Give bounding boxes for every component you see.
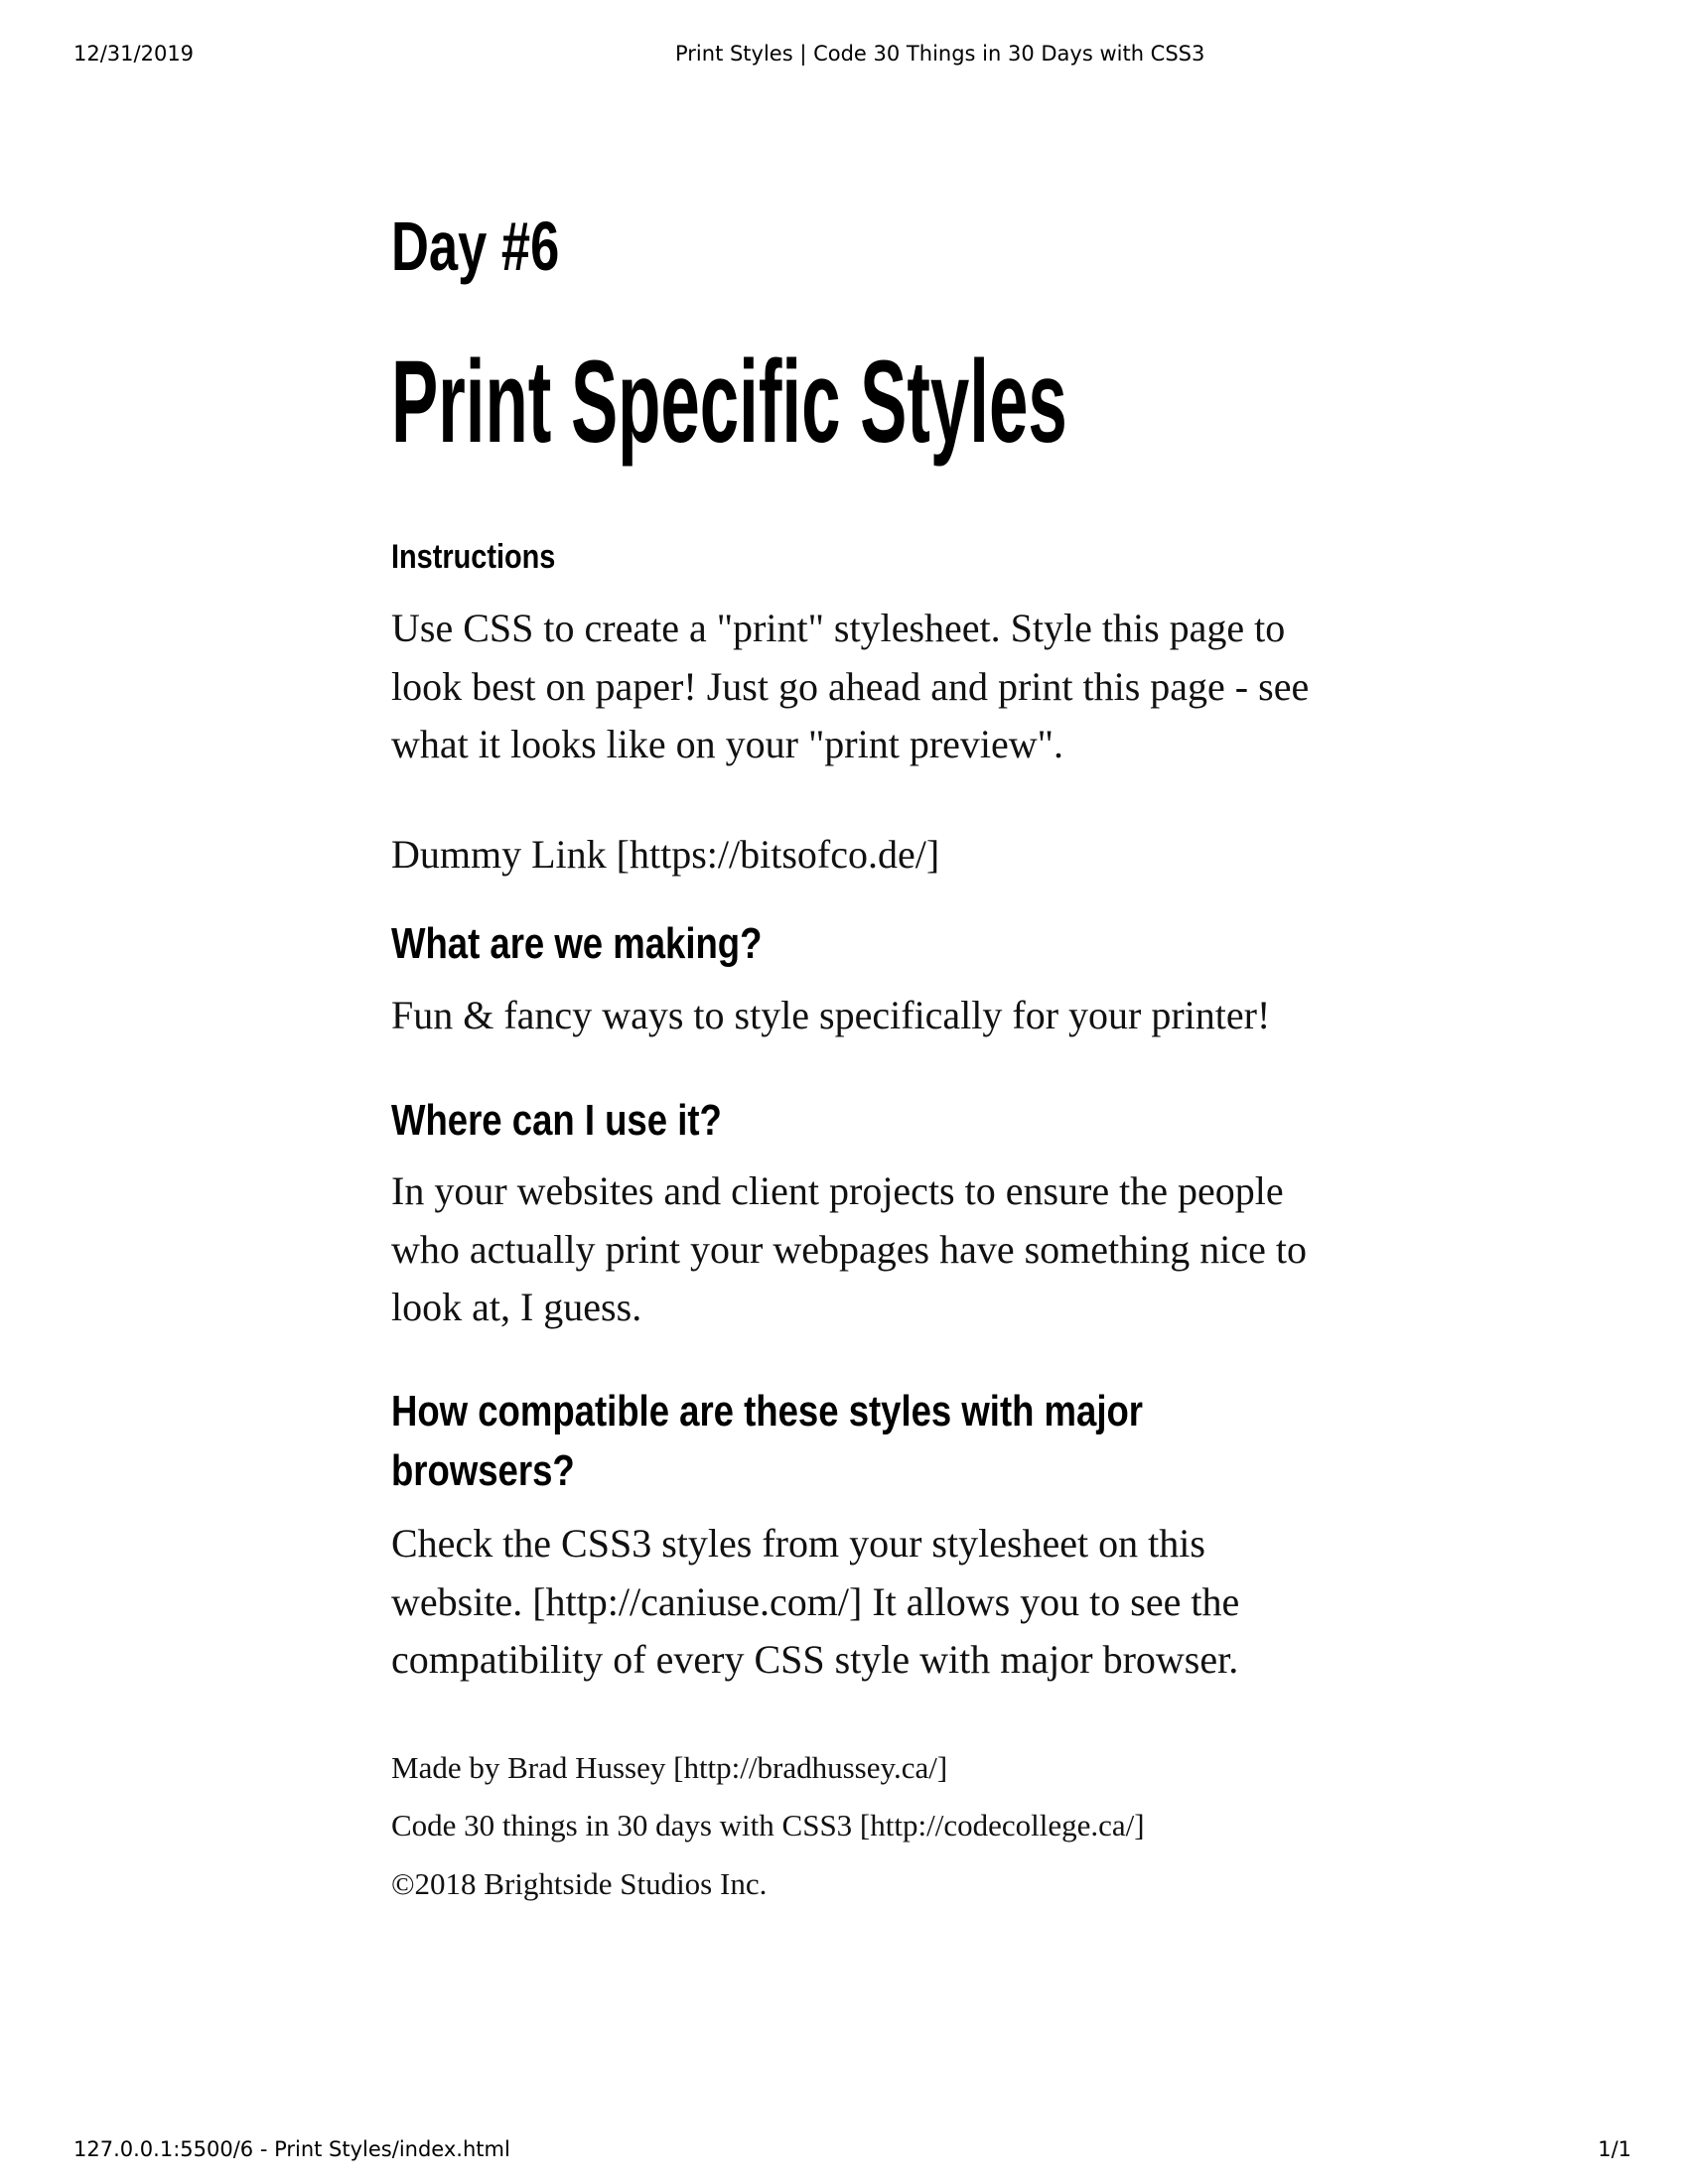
- compat-text: Check the CSS3 styles from your styleshe…: [391, 1521, 1240, 1682]
- making-heading: What are we making?: [391, 919, 763, 968]
- dummy-link[interactable]: Dummy Link [https://bitsofco.de/]: [391, 826, 1317, 885]
- page-number: 1/1: [1598, 2137, 1631, 2161]
- where-text: In your websites and client projects to …: [391, 1168, 1307, 1329]
- compat-heading-line2: browsers?: [391, 1446, 575, 1495]
- copyright: ©2018 Brightside Studios Inc.: [391, 1866, 768, 1901]
- day-label: Day #6: [391, 207, 560, 285]
- print-date: 12/31/2019: [73, 42, 195, 66]
- instructions-text: Use CSS to create a "print" stylesheet. …: [391, 606, 1310, 766]
- page-title: Print Specific Styles: [391, 337, 1067, 468]
- made-by-credit[interactable]: Made by Brad Hussey [http://bradhussey.c…: [391, 1750, 947, 1786]
- where-heading: Where can I use it?: [391, 1096, 722, 1145]
- instructions-heading: Instructions: [391, 538, 556, 576]
- print-url: 127.0.0.1:5500/6 - Print Styles/index.ht…: [73, 2137, 510, 2161]
- making-text: Fun & fancy ways to style specifically f…: [391, 993, 1271, 1037]
- print-page-title: Print Styles | Code 30 Things in 30 Days…: [675, 42, 1205, 66]
- course-credit[interactable]: Code 30 things in 30 days with CSS3 [htt…: [391, 1808, 1145, 1843]
- compat-heading-line1: How compatible are these styles with maj…: [391, 1387, 1144, 1435]
